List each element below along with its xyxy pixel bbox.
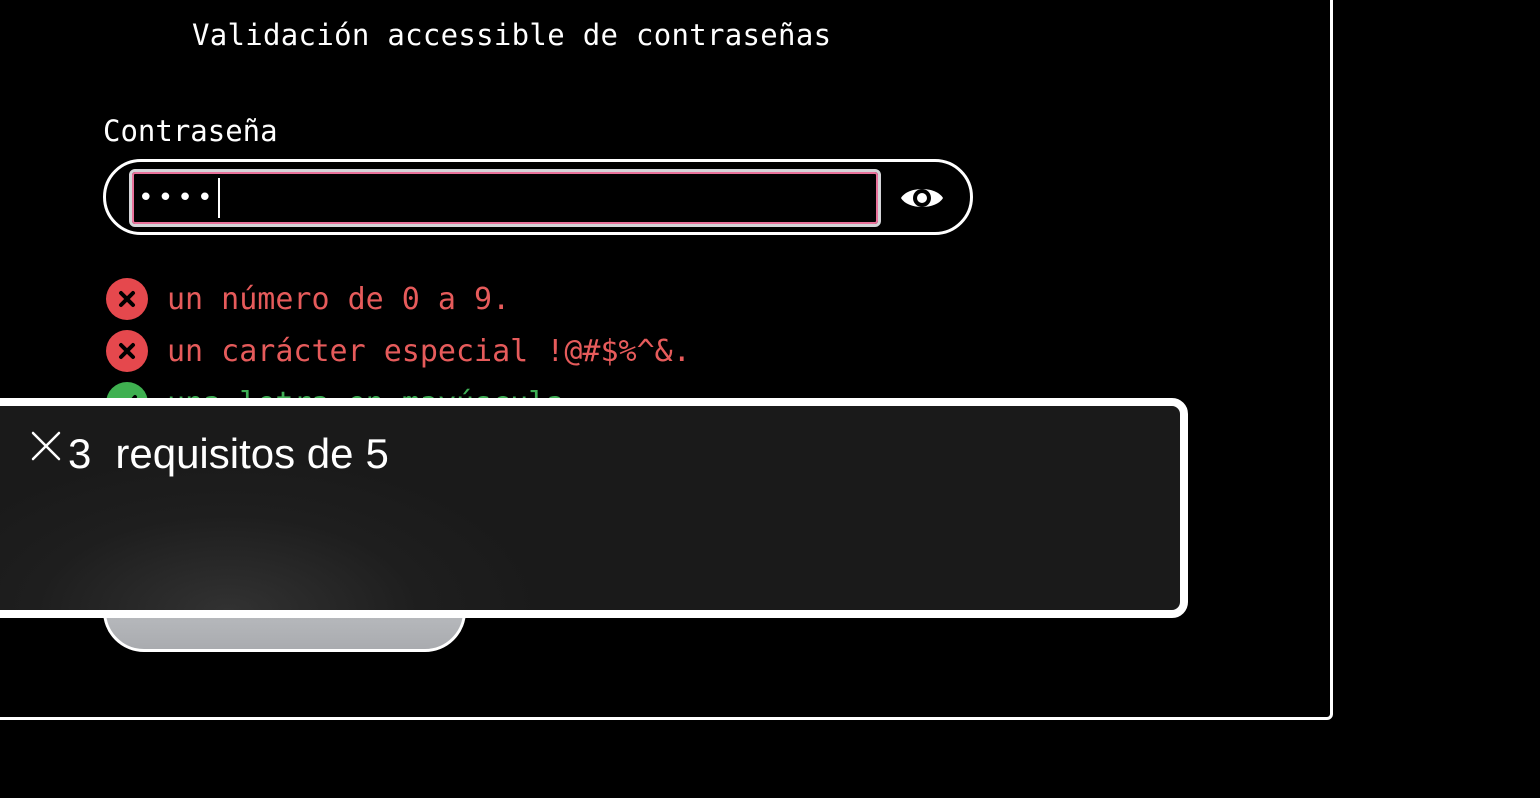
text-caret <box>217 178 220 218</box>
password-input[interactable]: •••• <box>129 169 881 227</box>
page-title: Validación accessible de contraseñas <box>192 18 832 52</box>
x-circle-icon <box>106 278 148 320</box>
caption-middle-text: requisitos de <box>115 430 354 477</box>
password-masked-value: •••• <box>138 183 217 213</box>
password-label: Contraseña <box>103 114 278 148</box>
close-icon <box>31 431 61 461</box>
requirement-text: un número de 0 a 9. <box>167 281 511 317</box>
screen-reader-caption-panel: 3 requisitos de 5 <box>0 398 1188 618</box>
requirement-special-char: un carácter especial !@#$%^&. <box>106 325 691 377</box>
requirement-number: un número de 0 a 9. <box>106 273 691 325</box>
show-password-toggle[interactable] <box>898 180 946 216</box>
eye-icon <box>901 189 943 207</box>
password-field-group: •••• <box>103 159 973 235</box>
requirement-text: un carácter especial !@#$%^&. <box>167 333 691 369</box>
caption-met-count: 3 <box>68 430 92 477</box>
close-caption-button[interactable] <box>28 428 64 464</box>
x-circle-icon <box>106 330 148 372</box>
caption-text: 3 requisitos de 5 <box>68 430 389 478</box>
caption-total-count: 5 <box>365 430 389 477</box>
